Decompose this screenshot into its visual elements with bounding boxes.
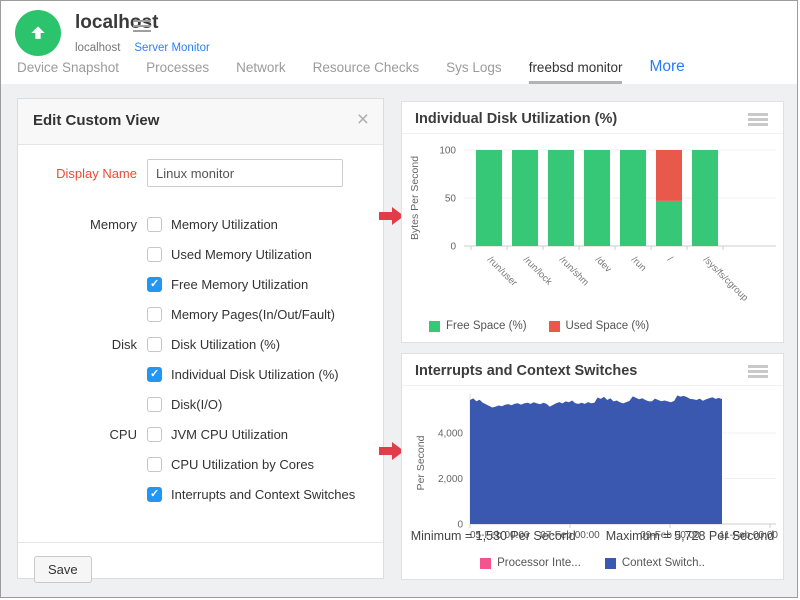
disk-utilization-chart: 0 50 100 Bytes Per Second/run/user/run/lock… xyxy=(402,138,785,310)
option-label: Disk(I/O) xyxy=(171,397,222,412)
chart-title: Interrupts and Context Switches xyxy=(415,363,637,379)
checkbox-used-memory-utilization[interactable] xyxy=(147,247,162,262)
svg-text:50: 50 xyxy=(445,194,457,205)
legend-label: Free Space (%) xyxy=(446,320,527,332)
option-label: Memory Pages(In/Out/Fault) xyxy=(171,307,335,322)
interrupts-panel: Interrupts and Context Switches 02,0004,… xyxy=(401,353,784,580)
option-label: Used Memory Utilization xyxy=(171,247,312,262)
group-label: Disk xyxy=(18,337,137,352)
minmax-row: Minimum = 1,530 Per Second Maximum = 5,7… xyxy=(402,529,783,543)
close-icon[interactable]: × xyxy=(357,109,369,130)
option-label: Individual Disk Utilization (%) xyxy=(171,367,339,382)
tab-sys-logs[interactable]: Sys Logs xyxy=(446,60,502,84)
panel-header: Individual Disk Utilization (%) xyxy=(402,102,783,134)
chart-title: Individual Disk Utilization (%) xyxy=(415,111,617,127)
dialog-footer: Save xyxy=(18,542,383,583)
legend-item-free-space[interactable]: Free Space (%) xyxy=(429,320,527,332)
interrupts-chart: 02,0004,000Per Second05-Feb 00:0007-Feb … xyxy=(402,388,785,540)
hamburger-icon[interactable] xyxy=(133,17,151,35)
display-name-input[interactable] xyxy=(147,159,343,187)
svg-text:0: 0 xyxy=(450,242,456,253)
checkbox-interrupts-and-context-switches[interactable] xyxy=(147,487,162,502)
panel-header: Interrupts and Context Switches xyxy=(402,354,783,386)
option-row-disk-utilization: Disk Disk Utilization (%) xyxy=(18,329,383,359)
option-row-memory-pages-in-out-fault: Memory Pages(In/Out/Fault) xyxy=(18,299,383,329)
legend-swatch xyxy=(549,321,560,332)
option-label: JVM CPU Utilization xyxy=(171,427,288,442)
minimum-value: Minimum = 1,530 Per Second xyxy=(411,529,576,543)
maximum-value: Maximum = 5,728 Per Second xyxy=(606,529,775,543)
option-label: Memory Utilization xyxy=(171,217,278,232)
option-row-disk-i-o: Disk(I/O) xyxy=(18,389,383,419)
legend-swatch xyxy=(480,558,491,569)
hamburger-icon[interactable] xyxy=(748,365,768,380)
legend-swatch xyxy=(429,321,440,332)
legend-item-processor-inte[interactable]: Processor Inte... xyxy=(480,557,581,569)
option-row-interrupts-and-context-switches: Interrupts and Context Switches xyxy=(18,479,383,509)
svg-text:2,000: 2,000 xyxy=(438,474,463,485)
svg-text:/run/user: /run/user xyxy=(485,254,519,288)
group-label: CPU xyxy=(18,427,137,442)
svg-text:4,000: 4,000 xyxy=(438,429,463,440)
tab-more[interactable]: More xyxy=(649,58,684,84)
option-label: CPU Utilization by Cores xyxy=(171,457,314,472)
checkbox-individual-disk-utilization[interactable] xyxy=(147,367,162,382)
legend-item-context-switch[interactable]: Context Switch.. xyxy=(605,557,705,569)
app-window: localhost localhostServer Monitor Device… xyxy=(0,0,798,598)
option-row-cpu-utilization-by-cores: CPU Utilization by Cores xyxy=(18,449,383,479)
option-row-free-memory-utilization: Free Memory Utilization xyxy=(18,269,383,299)
svg-text:100: 100 xyxy=(439,146,456,157)
up-arrow-icon xyxy=(28,23,48,43)
legend-swatch xyxy=(605,558,616,569)
checkbox-disk-utilization[interactable] xyxy=(147,337,162,352)
svg-text:/run: /run xyxy=(629,254,648,273)
checkbox-memory-utilization[interactable] xyxy=(147,217,162,232)
dialog-header: Edit Custom View × xyxy=(18,99,383,145)
tab-freebsd-monitor[interactable]: freebsd monitor xyxy=(529,60,623,84)
legend-label: Used Space (%) xyxy=(566,320,650,332)
display-name-row: Display Name xyxy=(18,159,383,187)
checkbox-disk-i-o[interactable] xyxy=(147,397,162,412)
option-label: Interrupts and Context Switches xyxy=(171,487,355,502)
edit-custom-view-dialog: Edit Custom View × Display Name MemoryMe… xyxy=(17,98,384,579)
option-label: Free Memory Utilization xyxy=(171,277,308,292)
metric-option-list: Memory Memory Utilization Used Memory Util… xyxy=(18,209,383,509)
tab-device-snapshot[interactable]: Device Snapshot xyxy=(17,60,119,84)
save-button[interactable]: Save xyxy=(34,556,92,583)
option-label: Disk Utilization (%) xyxy=(171,337,280,352)
tab-network[interactable]: Network xyxy=(236,60,286,84)
svg-text:/dev: /dev xyxy=(593,254,614,275)
main-area: Edit Custom View × Display Name MemoryMe… xyxy=(1,84,797,598)
checkbox-cpu-utilization-by-cores[interactable] xyxy=(147,457,162,472)
option-row-jvm-cpu-utilization: CPU JVM CPU Utilization xyxy=(18,419,383,449)
svg-text:/: / xyxy=(665,254,675,264)
hamburger-icon[interactable] xyxy=(748,113,768,128)
svg-text:Bytes Per Second: Bytes Per Second xyxy=(409,156,421,240)
chart-legend: Processor Inte... Context Switch.. xyxy=(402,557,783,569)
option-row-memory-utilization: Memory Memory Utilization xyxy=(18,209,383,239)
dialog-title: Edit Custom View xyxy=(33,112,159,129)
tab-bar: Device Snapshot Processes Network Resource … xyxy=(17,53,685,84)
checkbox-jvm-cpu-utilization[interactable] xyxy=(147,427,162,442)
option-row-individual-disk-utilization: Individual Disk Utilization (%) xyxy=(18,359,383,389)
legend-label: Context Switch.. xyxy=(622,557,705,569)
group-label: Memory xyxy=(18,217,137,232)
legend-item-used-space[interactable]: Used Space (%) xyxy=(549,320,650,332)
chart-legend: Free Space (%) Used Space (%) xyxy=(429,320,649,332)
svg-text:/run/lock: /run/lock xyxy=(521,254,554,287)
svg-text:/run/shm: /run/shm xyxy=(557,254,591,288)
svg-text:/sys/fs/cgroup: /sys/fs/cgroup xyxy=(701,254,750,303)
option-row-used-memory-utilization: Used Memory Utilization xyxy=(18,239,383,269)
disk-utilization-panel: Individual Disk Utilization (%) 0 50 100 By… xyxy=(401,101,784,343)
tab-processes[interactable]: Processes xyxy=(146,60,209,84)
app-header: localhost localhostServer Monitor Device… xyxy=(1,1,797,84)
tab-resource-checks[interactable]: Resource Checks xyxy=(313,60,420,84)
monitor-status-icon xyxy=(15,10,61,56)
checkbox-free-memory-utilization[interactable] xyxy=(147,277,162,292)
legend-label: Processor Inte... xyxy=(497,557,581,569)
checkbox-memory-pages-in-out-fault[interactable] xyxy=(147,307,162,322)
svg-text:Per Second: Per Second xyxy=(415,435,427,490)
display-name-label: Display Name xyxy=(18,166,137,181)
